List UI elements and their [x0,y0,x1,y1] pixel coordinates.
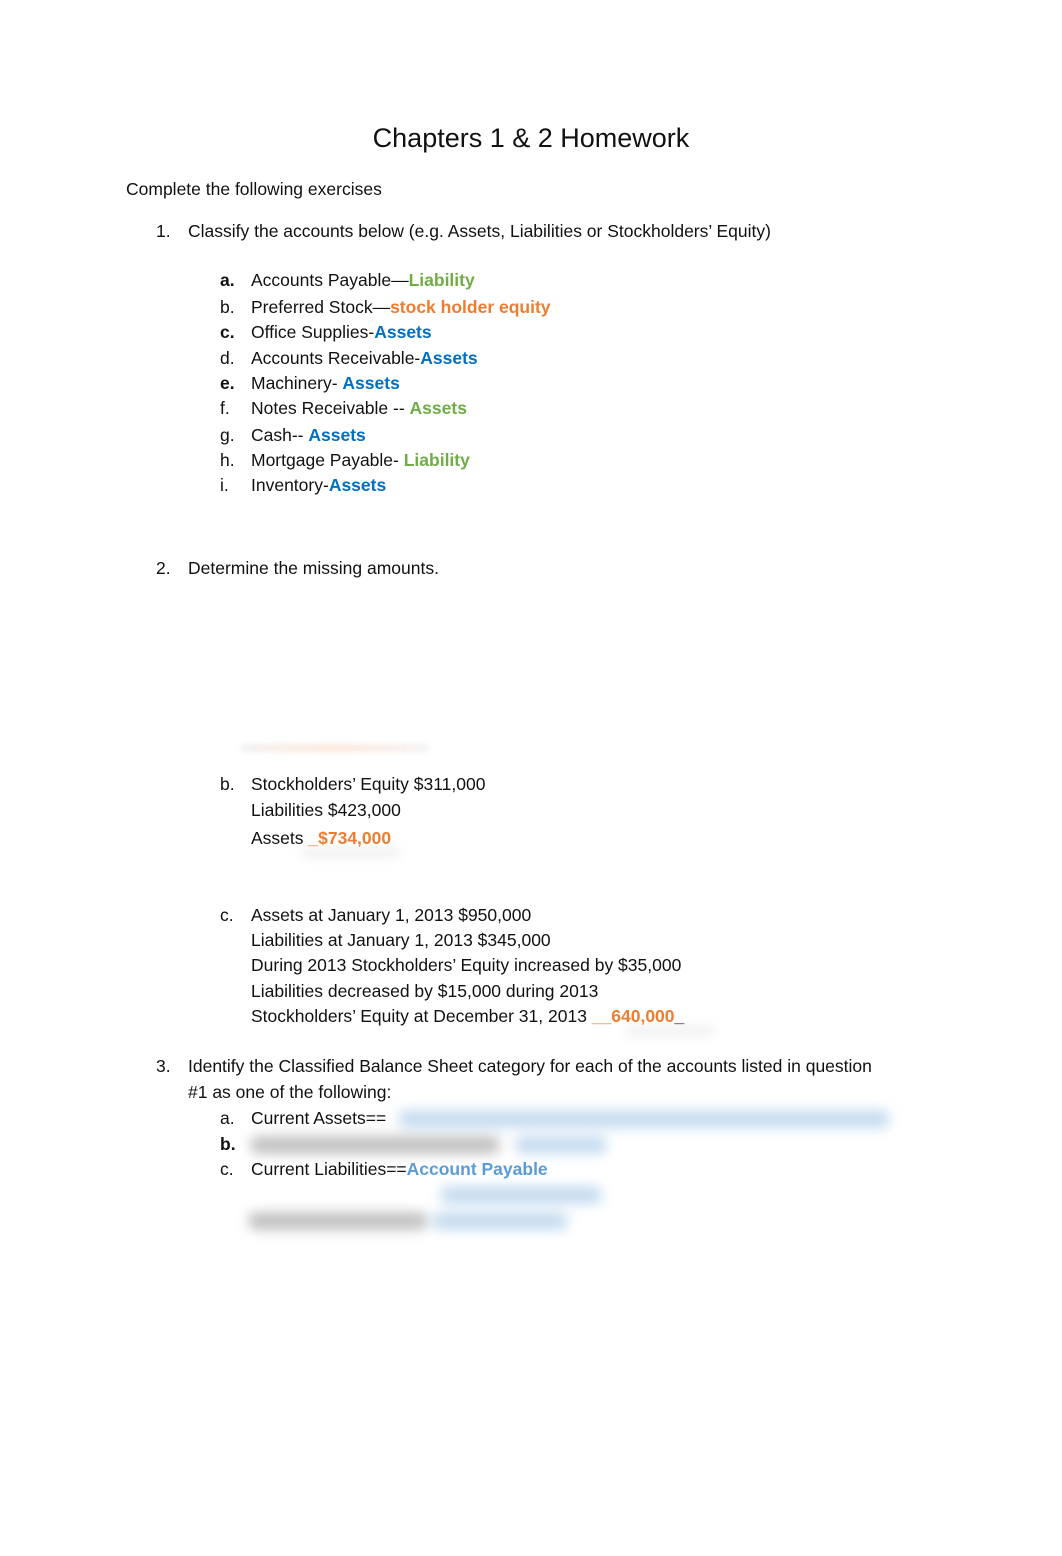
item-label: g. [220,425,235,445]
obscured-region [300,848,400,858]
classification-answer: Assets [308,425,366,445]
q1-number: 1. [156,221,171,241]
document-page: Chapters 1 & 2 Homework Complete the fol… [0,0,1062,1556]
given-line: Stockholders’ Equity $311,000 [251,774,486,794]
page-title: Chapters 1 & 2 Homework [372,123,690,153]
classification-answer: Assets [342,373,400,393]
q3-prompt-line2: #1 as one of the following: [188,1082,392,1102]
item-label: c. [220,905,234,925]
assets-label: Assets [251,828,309,848]
item-label: d. [220,348,235,368]
given-line: Assets at January 1, 2013 $950,000 [251,905,532,925]
item-label: i. [220,475,229,495]
equity-label: Stockholders’ Equity at December 31, 201… [251,1006,592,1026]
obscured-category [248,1212,428,1230]
equity-answer: __640,000 [591,1006,675,1026]
item-label: c. [220,1159,234,1179]
item-label: c. [220,322,235,342]
account-name: Machinery- [251,373,343,393]
item-label: b. [220,1134,236,1154]
classification-answer: Assets [409,398,467,418]
item-label: a. [220,270,235,290]
classification-answer: Assets [328,475,387,495]
obscured-region [240,744,430,752]
item-label: a. [220,1108,235,1128]
given-line: Liabilities $423,000 [251,800,401,820]
q3-prompt-line1: Identify the Classified Balance Sheet ca… [188,1056,872,1076]
obscured-region [625,1026,715,1036]
account-name: Cash-- [251,425,309,445]
account-name: Inventory- [251,475,329,495]
given-line: During 2013 Stockholders’ Equity increas… [251,955,682,975]
obscured-answer [515,1136,607,1154]
account-name: Notes Receivable -- [251,398,410,418]
equity-suffix: _ [674,1006,685,1026]
intro-text: Complete the following exercises [126,179,382,199]
item-label: e. [220,373,235,393]
obscured-category [250,1136,500,1154]
classification-answer: Assets [420,348,478,368]
account-name: Accounts Payable— [251,270,409,290]
item-label: h. [220,450,235,470]
obscured-answer [440,1186,602,1204]
account-name: Office Supplies- [251,322,375,342]
obscured-answer [398,1110,890,1128]
given-line: Liabilities decreased by $15,000 during … [251,981,599,1001]
classification-answer: Liability [403,450,470,470]
classification-answer: stock holder equity [390,297,551,317]
account-name: Accounts Receivable- [251,348,421,368]
category-answer: Account Payable [406,1159,548,1179]
q2-prompt: Determine the missing amounts. [188,558,439,578]
item-label: b. [220,774,235,794]
classification-answer: Liability [408,270,475,290]
classification-answer: Assets [374,322,432,342]
item-label: b. [220,297,235,317]
obscured-answer [432,1212,568,1230]
q1-prompt: Classify the accounts below (e.g. Assets… [188,221,771,241]
given-line: Liabilities at January 1, 2013 $345,000 [251,930,551,950]
q3-number: 3. [156,1056,171,1076]
item-label: f. [220,398,230,418]
q2-number: 2. [156,558,171,578]
account-name: Mortgage Payable- [251,450,404,470]
category-name: Current Assets== [251,1108,387,1128]
account-name: Preferred Stock— [251,297,391,317]
category-name: Current Liabilities== [251,1159,407,1179]
assets-answer: _$734,000 [308,828,392,848]
